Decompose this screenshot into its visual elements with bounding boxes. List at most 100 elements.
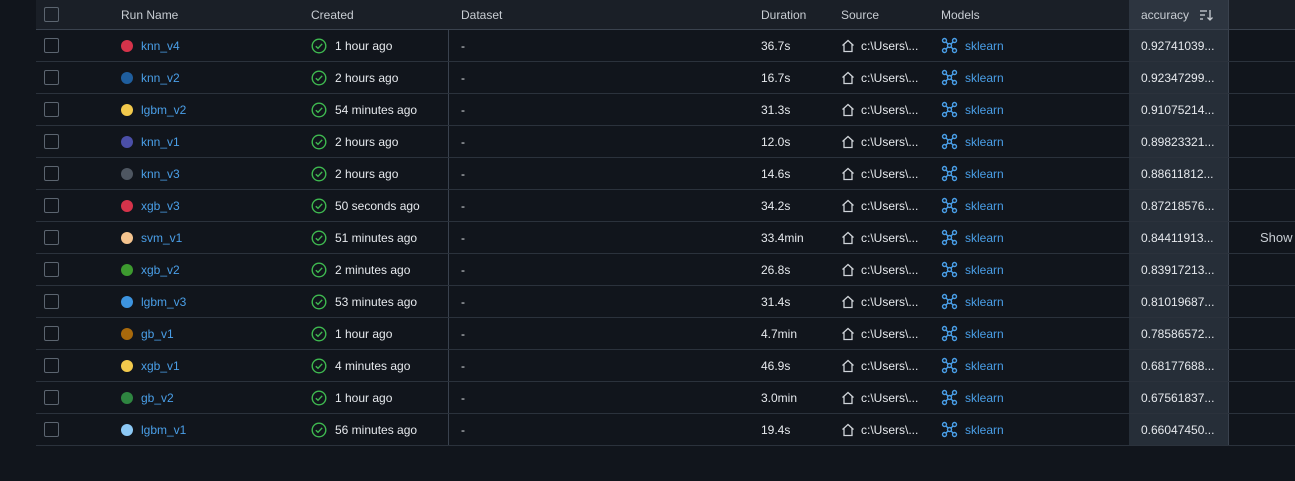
run-name-link[interactable]: lgbm_v3: [141, 295, 186, 309]
run-name-link[interactable]: lgbm_v1: [141, 423, 186, 437]
model-link[interactable]: sklearn: [965, 39, 1004, 53]
source-text[interactable]: c:\Users\...: [861, 263, 918, 277]
source-text[interactable]: c:\Users\...: [861, 391, 918, 405]
model-link[interactable]: sklearn: [965, 391, 1004, 405]
run-color-dot[interactable]: [121, 135, 133, 148]
run-name-link[interactable]: knn_v1: [141, 135, 180, 149]
row-checkbox[interactable]: [44, 230, 59, 245]
table-row[interactable]: xgb_v1 4 minutes ago - 46.9s c:\Users\..…: [36, 350, 1295, 382]
model-link[interactable]: sklearn: [965, 199, 1004, 213]
col-accuracy[interactable]: accuracy: [1129, 0, 1229, 29]
row-checkbox[interactable]: [44, 134, 59, 149]
model-link[interactable]: sklearn: [965, 135, 1004, 149]
source-text[interactable]: c:\Users\...: [861, 167, 918, 181]
model-link[interactable]: sklearn: [965, 263, 1004, 277]
model-link[interactable]: sklearn: [965, 167, 1004, 181]
source-text[interactable]: c:\Users\...: [861, 231, 918, 245]
model-link[interactable]: sklearn: [965, 71, 1004, 85]
run-name-link[interactable]: svm_v1: [141, 231, 182, 245]
table-row[interactable]: lgbm_v3 53 minutes ago - 31.4s c:\Users\…: [36, 286, 1295, 318]
run-color-dot[interactable]: [121, 359, 133, 372]
source-text[interactable]: c:\Users\...: [861, 39, 918, 53]
table-row[interactable]: knn_v1 2 hours ago - 12.0s c:\Users\...: [36, 126, 1295, 158]
run-name-link[interactable]: gb_v1: [141, 327, 174, 341]
model-link[interactable]: sklearn: [965, 359, 1004, 373]
table-row[interactable]: knn_v2 2 hours ago - 16.7s c:\Users\...: [36, 62, 1295, 94]
col-duration[interactable]: Duration: [761, 0, 831, 29]
run-name-link[interactable]: lgbm_v2: [141, 103, 186, 117]
run-color-dot[interactable]: [121, 423, 133, 436]
col-run-name[interactable]: Run Name: [121, 0, 301, 29]
run-name-link[interactable]: knn_v3: [141, 167, 180, 181]
row-select-cell[interactable]: [44, 158, 64, 189]
row-select-cell[interactable]: [44, 414, 64, 445]
run-color-dot[interactable]: [121, 167, 133, 180]
model-link[interactable]: sklearn: [965, 103, 1004, 117]
row-select-cell[interactable]: [44, 30, 64, 61]
table-row[interactable]: lgbm_v1 56 minutes ago - 19.4s c:\Users\…: [36, 414, 1295, 446]
source-text[interactable]: c:\Users\...: [861, 359, 918, 373]
run-name-link[interactable]: knn_v4: [141, 39, 180, 53]
row-checkbox[interactable]: [44, 38, 59, 53]
run-name-link[interactable]: xgb_v1: [141, 359, 180, 373]
row-select-cell[interactable]: [44, 318, 64, 349]
model-link[interactable]: sklearn: [965, 423, 1004, 437]
row-select-cell[interactable]: [44, 190, 64, 221]
model-link[interactable]: sklearn: [965, 295, 1004, 309]
run-name-link[interactable]: gb_v2: [141, 391, 174, 405]
run-color-dot[interactable]: [121, 39, 133, 52]
col-source[interactable]: Source: [841, 0, 931, 29]
col-dataset[interactable]: Dataset: [448, 0, 748, 29]
row-checkbox[interactable]: [44, 358, 59, 373]
source-text[interactable]: c:\Users\...: [861, 295, 918, 309]
run-color-dot[interactable]: [121, 71, 133, 84]
table-row[interactable]: svm_v1 51 minutes ago - 33.4min c:\Users…: [36, 222, 1295, 254]
row-select-cell[interactable]: [44, 286, 64, 317]
row-checkbox[interactable]: [44, 166, 59, 181]
run-name-link[interactable]: xgb_v2: [141, 263, 180, 277]
row-select-cell[interactable]: [44, 382, 64, 413]
row-select-cell[interactable]: [44, 94, 64, 125]
table-row[interactable]: knn_v4 1 hour ago - 36.7s c:\Users\... s…: [36, 30, 1295, 62]
row-select-cell[interactable]: [44, 126, 64, 157]
run-color-dot[interactable]: [121, 231, 133, 244]
table-row[interactable]: gb_v1 1 hour ago - 4.7min c:\Users\... s…: [36, 318, 1295, 350]
select-all-cell[interactable]: [44, 0, 64, 29]
row-checkbox[interactable]: [44, 326, 59, 341]
source-text[interactable]: c:\Users\...: [861, 423, 918, 437]
row-select-cell[interactable]: [44, 222, 64, 253]
row-checkbox[interactable]: [44, 102, 59, 117]
row-checkbox[interactable]: [44, 262, 59, 277]
table-row[interactable]: knn_v3 2 hours ago - 14.6s c:\Users\...: [36, 158, 1295, 190]
row-checkbox[interactable]: [44, 390, 59, 405]
run-color-dot[interactable]: [121, 103, 133, 116]
source-text[interactable]: c:\Users\...: [861, 327, 918, 341]
model-link[interactable]: sklearn: [965, 231, 1004, 245]
source-text[interactable]: c:\Users\...: [861, 199, 918, 213]
table-row[interactable]: gb_v2 1 hour ago - 3.0min c:\Users\... s…: [36, 382, 1295, 414]
row-checkbox[interactable]: [44, 70, 59, 85]
row-checkbox[interactable]: [44, 422, 59, 437]
row-checkbox[interactable]: [44, 198, 59, 213]
model-link[interactable]: sklearn: [965, 327, 1004, 341]
run-name-link[interactable]: knn_v2: [141, 71, 180, 85]
run-name-link[interactable]: xgb_v3: [141, 199, 180, 213]
table-row[interactable]: xgb_v2 2 minutes ago - 26.8s c:\Users\..…: [36, 254, 1295, 286]
source-text[interactable]: c:\Users\...: [861, 71, 918, 85]
run-color-dot[interactable]: [121, 263, 133, 276]
show-button[interactable]: Show: [1260, 230, 1293, 245]
row-select-cell[interactable]: [44, 350, 64, 381]
table-row[interactable]: lgbm_v2 54 minutes ago - 31.3s c:\Users\…: [36, 94, 1295, 126]
sort-descending-icon[interactable]: [1199, 8, 1213, 22]
run-color-dot[interactable]: [121, 199, 133, 212]
col-models[interactable]: Models: [941, 0, 1121, 29]
source-text[interactable]: c:\Users\...: [861, 135, 918, 149]
row-select-cell[interactable]: [44, 254, 64, 285]
run-color-dot[interactable]: [121, 391, 133, 404]
row-select-cell[interactable]: [44, 62, 64, 93]
col-created[interactable]: Created: [311, 0, 449, 29]
table-row[interactable]: xgb_v3 50 seconds ago - 34.2s c:\Users\.…: [36, 190, 1295, 222]
select-all-checkbox[interactable]: [44, 7, 59, 22]
run-color-dot[interactable]: [121, 327, 133, 340]
source-text[interactable]: c:\Users\...: [861, 103, 918, 117]
